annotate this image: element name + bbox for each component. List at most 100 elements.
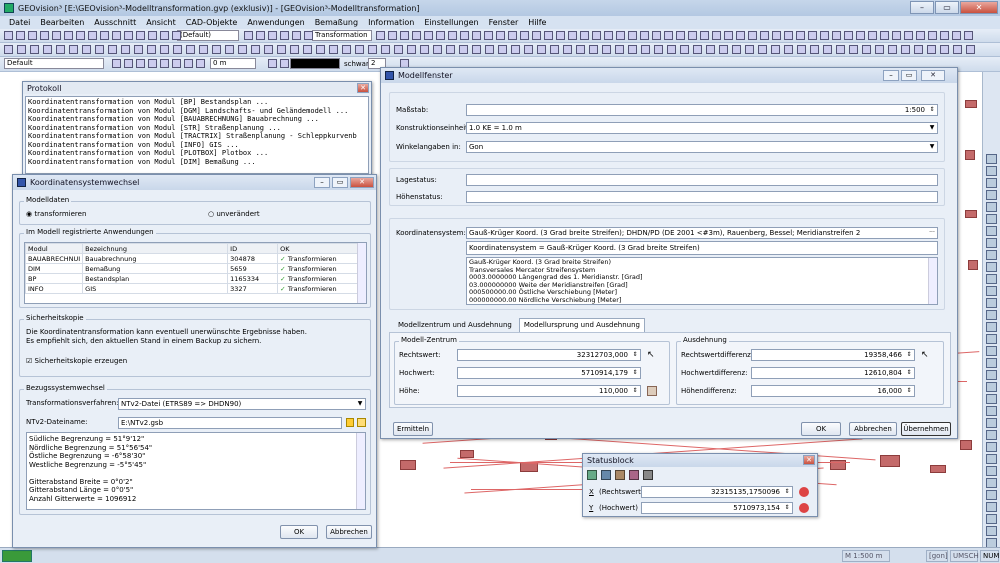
toolbar-tool-icon[interactable] (76, 31, 85, 40)
toolbar-tool-icon[interactable] (355, 45, 364, 54)
right-tool-icon[interactable] (986, 226, 997, 236)
preset-select[interactable]: (Default) (177, 30, 239, 41)
toolbar-tool-icon[interactable] (184, 59, 193, 68)
toolbar-tool-icon[interactable] (712, 31, 721, 40)
menu-item-4[interactable]: CAD-Objekte (181, 18, 243, 27)
toolbar-tool-icon[interactable] (4, 31, 13, 40)
protokoll-log[interactable]: Koordinatentransformation von Modul [BP]… (25, 96, 369, 174)
info-scrollbar[interactable] (356, 433, 365, 509)
toolbar-tool-icon[interactable] (904, 31, 913, 40)
right-tool-icon[interactable] (986, 178, 997, 188)
toolbar-tool-icon[interactable] (4, 45, 13, 54)
layer-select[interactable]: Default (4, 58, 104, 69)
hdiff-input[interactable]: 12610,804 ⇕ (751, 367, 915, 379)
right-tool-icon[interactable] (986, 286, 997, 296)
toolbar-tool-icon[interactable] (520, 31, 529, 40)
right-tool-icon[interactable] (986, 274, 997, 284)
protokoll-close-button[interactable]: ✕ (357, 83, 369, 93)
spin-icon[interactable]: ⇕ (630, 350, 640, 360)
right-tool-icon[interactable] (986, 322, 997, 332)
col-bezeichnung[interactable]: Bezeichnung (82, 243, 229, 254)
toolbar-tool-icon[interactable] (251, 45, 260, 54)
ks-scrollbar[interactable] (928, 258, 937, 304)
toolbar-tool-icon[interactable] (964, 31, 973, 40)
toolbar-tool-icon[interactable] (628, 31, 637, 40)
toolbar-tool-icon[interactable] (914, 45, 923, 54)
mf-minimize-button[interactable]: – (883, 70, 899, 81)
einheit-select[interactable]: 1.0 KE = 1.0 m ▼ (466, 122, 938, 134)
toolbar-tool-icon[interactable] (64, 31, 73, 40)
toolbar-tool-icon[interactable] (268, 59, 277, 68)
menu-item-6[interactable]: Bemaßung (310, 18, 363, 27)
toolbar-tool-icon[interactable] (916, 31, 925, 40)
toolbar-tool-icon[interactable] (280, 59, 289, 68)
toolbar-tool-icon[interactable] (290, 45, 299, 54)
right-tool-icon[interactable] (986, 250, 997, 260)
mf-close-button[interactable]: ✕ (921, 70, 945, 81)
menu-item-8[interactable]: Einstellungen (419, 18, 483, 27)
toolbar-tool-icon[interactable] (667, 45, 676, 54)
toolbar-tool-icon[interactable] (124, 59, 133, 68)
toolbar-tool-icon[interactable] (654, 45, 663, 54)
toolbar-tool-icon[interactable] (928, 31, 937, 40)
toolbar-tool-icon[interactable] (388, 31, 397, 40)
toolbar-tool-icon[interactable] (810, 45, 819, 54)
table-row[interactable]: BAUABRECHNUI Bauabrechnung 304878 ✓ Transfo… (25, 253, 366, 264)
toolbar-tool-icon[interactable] (796, 31, 805, 40)
target-icon[interactable] (799, 487, 809, 497)
toolbar-tool-icon[interactable] (112, 59, 121, 68)
toolbar-tool-icon[interactable] (172, 59, 181, 68)
toolbar-tool-icon[interactable] (244, 31, 253, 40)
hoehe-input[interactable]: 110,000 ⇕ (457, 385, 641, 397)
col-ok[interactable]: OK (277, 243, 366, 254)
width-input[interactable]: 0 m (210, 58, 256, 69)
toolbar-tool-icon[interactable] (436, 31, 445, 40)
toolbar-tool-icon[interactable] (758, 45, 767, 54)
toolbar-tool-icon[interactable] (329, 45, 338, 54)
toolbar-tool-icon[interactable] (256, 31, 265, 40)
toolbar-tool-icon[interactable] (173, 45, 182, 54)
toolbar-tool-icon[interactable] (124, 31, 133, 40)
menu-item-3[interactable]: Ansicht (141, 18, 181, 27)
menu-item-10[interactable]: Hilfe (523, 18, 551, 27)
right-tool-icon[interactable] (986, 298, 997, 308)
toolbar-tool-icon[interactable] (820, 31, 829, 40)
datei-input[interactable]: E:\NTv2.gsb (118, 417, 342, 429)
stepper-icon[interactable]: ⇕ (927, 105, 937, 115)
menu-item-2[interactable]: Ausschnitt (89, 18, 141, 27)
toolbar-tool-icon[interactable] (719, 45, 728, 54)
toolbar-tool-icon[interactable] (628, 45, 637, 54)
toolbar-tool-icon[interactable] (688, 31, 697, 40)
toolbar-tool-icon[interactable] (484, 31, 493, 40)
toolbar-tool-icon[interactable] (280, 31, 289, 40)
lagestatus-input[interactable] (466, 174, 938, 186)
kw-ok-button[interactable]: OK (280, 525, 318, 539)
grid-alt-icon[interactable] (601, 470, 611, 480)
toolbar-tool-icon[interactable] (420, 45, 429, 54)
toolbar-tool-icon[interactable] (568, 31, 577, 40)
toolbar-tool-icon[interactable] (136, 31, 145, 40)
toolbar-tool-icon[interactable] (17, 45, 26, 54)
right-tool-icon[interactable] (986, 214, 997, 224)
toolbar-tool-icon[interactable] (264, 45, 273, 54)
toolbar-tool-icon[interactable] (446, 45, 455, 54)
target-icon[interactable] (799, 503, 809, 513)
toolbar-tool-icon[interactable] (496, 31, 505, 40)
toolbar-tool-icon[interactable] (368, 45, 377, 54)
toolbar-tool-icon[interactable] (693, 45, 702, 54)
right-tool-icon[interactable] (986, 466, 997, 476)
toolbar-tool-icon[interactable] (448, 31, 457, 40)
toolbar-tool-icon[interactable] (508, 31, 517, 40)
toolbar-tool-icon[interactable] (82, 45, 91, 54)
right-tool-icon[interactable] (986, 442, 997, 452)
toolbar-tool-icon[interactable] (238, 45, 247, 54)
color-swatch[interactable] (290, 58, 340, 69)
toolbar-tool-icon[interactable] (676, 31, 685, 40)
toolbar-tool-icon[interactable] (892, 31, 901, 40)
toolbar-tool-icon[interactable] (148, 59, 157, 68)
ks-select[interactable]: Koordinatensystem = Gauß-Krüger Koord. (… (466, 241, 938, 255)
toolbar-tool-icon[interactable] (160, 31, 169, 40)
toolbar-tool-icon[interactable] (88, 31, 97, 40)
toolbar-tool-icon[interactable] (108, 45, 117, 54)
right-tool-icon[interactable] (986, 490, 997, 500)
